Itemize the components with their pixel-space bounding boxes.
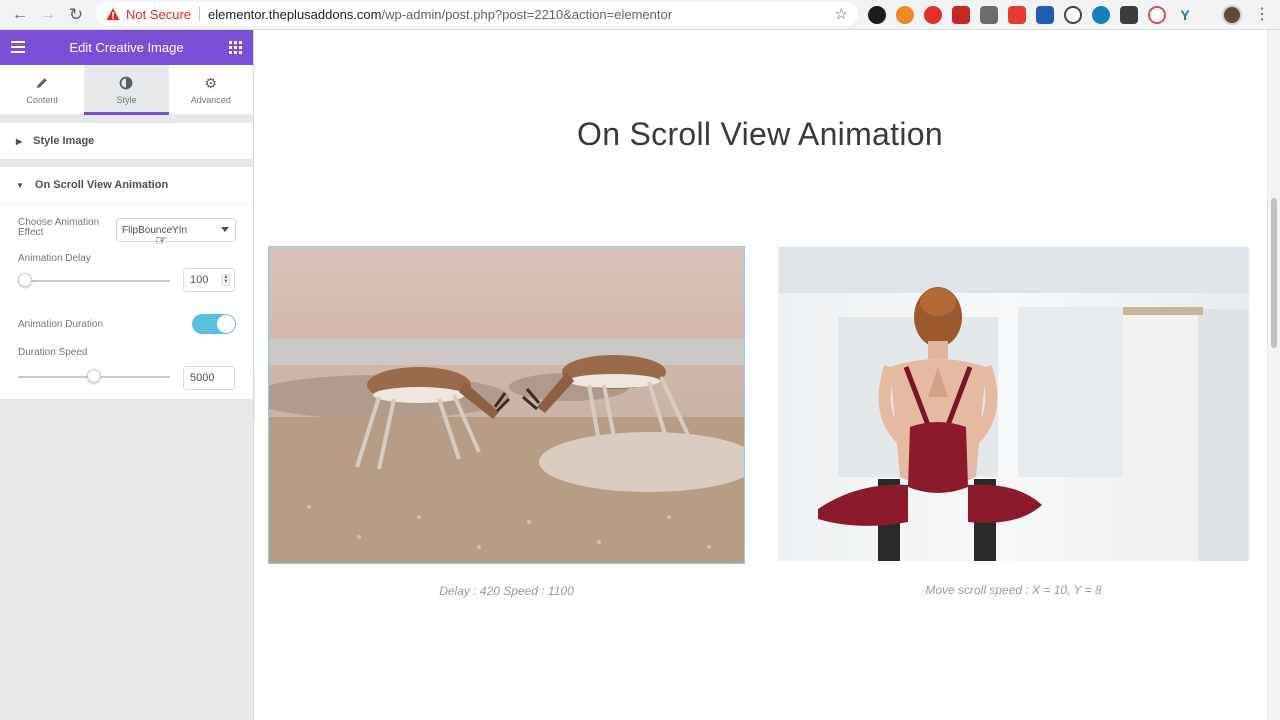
url-separator <box>199 7 201 21</box>
duration-speed-value: 5000 <box>190 372 215 384</box>
hand-cursor-icon: ☞ <box>155 232 168 248</box>
profile-avatar[interactable] <box>1222 5 1242 25</box>
tab-advanced[interactable]: ⚙ Advanced <box>169 65 253 114</box>
animation-delay-value: 100 <box>190 274 209 286</box>
browser-toolbar: ← → ↻ Not Secure elementor.theplusaddons… <box>0 0 1280 30</box>
pencil-icon <box>37 77 47 88</box>
warning-icon <box>106 8 120 20</box>
extension-icon[interactable] <box>1008 6 1026 24</box>
page-scrollbar[interactable] <box>1267 30 1280 720</box>
reload-icon[interactable]: ↻ <box>62 1 90 29</box>
elementor-panel: Edit Creative Image Content Style ⚙ Adva… <box>0 30 254 720</box>
extension-icon[interactable] <box>868 6 886 24</box>
section-style-image[interactable]: ▶ Style Image <box>0 123 253 159</box>
panel-header: Edit Creative Image <box>0 30 253 65</box>
toggle-knob <box>217 315 235 333</box>
extension-icon[interactable] <box>1064 6 1082 24</box>
extension-icon[interactable] <box>924 6 942 24</box>
extension-icon[interactable] <box>1120 6 1138 24</box>
preview-canvas: On Scroll View Animation Delay: 420 Spe… <box>255 30 1267 720</box>
page-scrollbar-thumb[interactable] <box>1271 198 1277 348</box>
menu-icon[interactable] <box>11 41 25 53</box>
extension-icon[interactable] <box>1092 6 1110 24</box>
creative-image-springboks[interactable] <box>268 246 745 564</box>
image-caption-1: Delay : 420 Speed : 1100 <box>439 584 574 598</box>
not-secure-label: Not Secure <box>126 6 192 22</box>
tab-label: Advanced <box>190 94 231 105</box>
panel-title: Edit Creative Image <box>69 40 184 55</box>
caret-down-icon: ▼ <box>16 180 24 190</box>
extension-icon[interactable] <box>1036 6 1054 24</box>
animation-delay-slider-handle[interactable] <box>18 273 33 287</box>
duration-speed-slider-handle[interactable] <box>87 369 101 383</box>
yoga-image <box>778 247 1249 561</box>
extension-icon[interactable] <box>952 6 970 24</box>
page-heading: On Scroll View Animation <box>577 116 943 152</box>
tab-label: Content <box>26 94 58 105</box>
gear-icon: ⚙ <box>204 74 218 91</box>
image-caption-2: Move scroll speed : X = 10, Y = 8 <box>925 583 1102 597</box>
animation-delay-input[interactable]: 100 ▲ ▼ <box>183 268 235 292</box>
stepper-icon[interactable]: ▲ ▼ <box>222 274 230 286</box>
animation-effect-select[interactable]: FlipBounceYIn <box>116 218 236 242</box>
animation-duration-label: Animation Duration <box>18 319 104 330</box>
tab-label: Style <box>116 94 137 105</box>
section-title: Style Image <box>33 135 95 147</box>
creative-image-yoga[interactable] <box>778 247 1249 561</box>
caret-right-icon: ▶ <box>16 136 23 146</box>
extension-icon[interactable] <box>896 6 914 24</box>
forward-icon[interactable]: → <box>34 1 62 29</box>
extension-icon[interactable] <box>980 6 998 24</box>
tab-style[interactable]: Style <box>84 65 169 115</box>
extension-icon[interactable]: Y <box>1176 6 1194 24</box>
duration-speed-label: Duration Speed <box>18 347 88 358</box>
chevron-down-icon <box>221 227 229 232</box>
bookmark-star-icon[interactable]: ☆ <box>835 5 848 23</box>
back-icon[interactable]: ← <box>6 1 34 29</box>
animation-effect-label: Choose Animation Effect <box>18 217 100 238</box>
duration-speed-input[interactable]: 5000 <box>183 366 235 390</box>
section-on-scroll-animation[interactable]: ▼ On Scroll View Animation <box>0 167 253 203</box>
url-host: elementor.theplusaddons.com <box>208 6 382 22</box>
animation-delay-label: Animation Delay <box>18 253 91 264</box>
contrast-icon <box>120 76 133 89</box>
section-title: On Scroll View Animation <box>34 179 169 191</box>
springboks-image <box>269 247 744 563</box>
url-path: /wp-admin/post.php?post=2210&action=elem… <box>381 6 673 22</box>
extensions-area: Y <box>868 6 1194 24</box>
animation-delay-slider[interactable] <box>18 280 170 282</box>
widgets-grid-icon[interactable] <box>229 41 242 54</box>
panel-tabs: Content Style ⚙ Advanced <box>0 65 253 115</box>
animation-controls: Choose Animation Effect FlipBounceYIn ☞ … <box>0 203 253 399</box>
tab-content[interactable]: Content <box>0 65 84 114</box>
animation-duration-toggle[interactable] <box>192 314 236 334</box>
extension-icon[interactable] <box>1148 6 1166 24</box>
address-bar[interactable]: Not Secure elementor.theplusaddons.com/w… <box>96 2 858 26</box>
browser-menu-icon[interactable]: ⋮ <box>1254 5 1270 25</box>
